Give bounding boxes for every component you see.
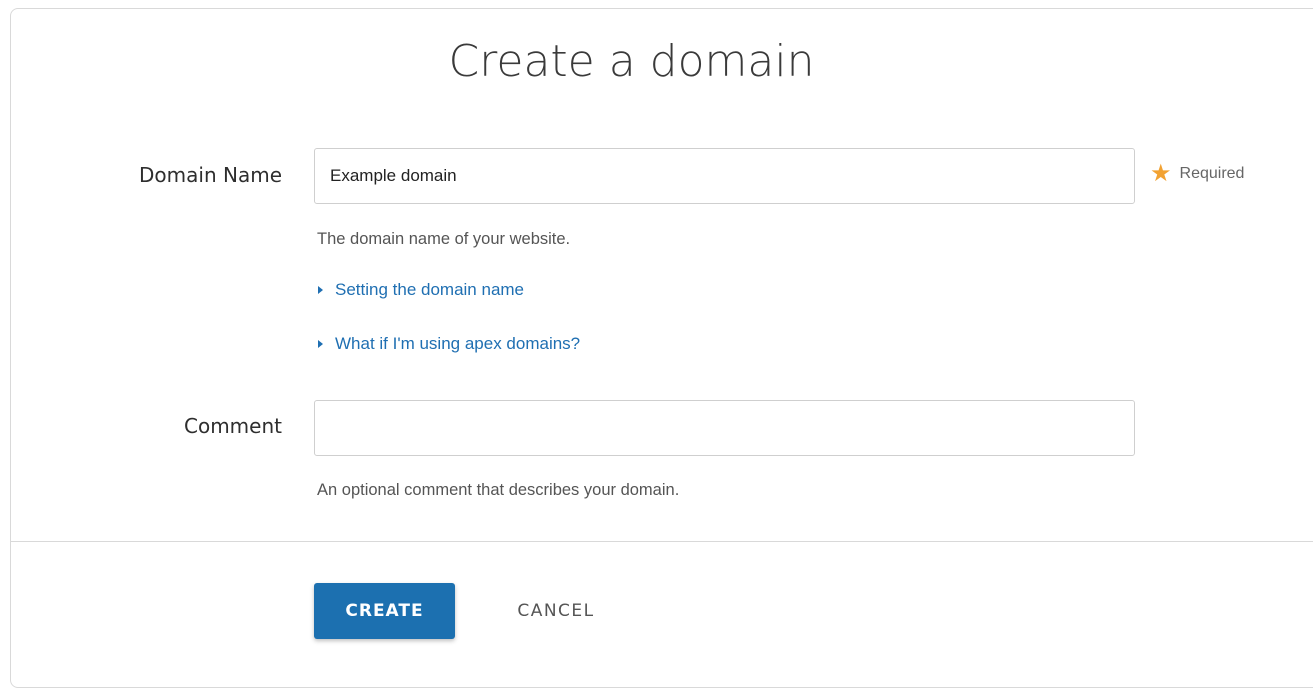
domain-name-label: Domain Name xyxy=(139,163,282,187)
link-label: What if I'm using apex domains? xyxy=(335,334,581,353)
comment-input[interactable] xyxy=(314,400,1135,456)
cancel-button[interactable]: CANCEL xyxy=(496,583,616,639)
create-button[interactable]: CREATE xyxy=(314,583,455,639)
apex-domains-link[interactable]: What if I'm using apex domains? xyxy=(318,334,580,354)
star-icon: ★ xyxy=(1150,160,1172,187)
domain-name-help: The domain name of your website. xyxy=(317,230,571,248)
link-label: Setting the domain name xyxy=(335,280,525,299)
form-panel xyxy=(10,8,1313,688)
domain-name-input[interactable] xyxy=(314,148,1135,204)
required-text: Required xyxy=(1179,165,1245,182)
setting-domain-name-link[interactable]: Setting the domain name xyxy=(318,280,524,300)
triangle-right-icon xyxy=(318,340,323,348)
comment-help: An optional comment that describes your … xyxy=(317,481,680,499)
footer-divider xyxy=(11,541,1313,542)
required-indicator: ★ Required xyxy=(1150,162,1244,186)
page-title: Create a domain xyxy=(448,36,815,87)
triangle-right-icon xyxy=(318,286,323,294)
comment-label: Comment xyxy=(184,414,282,438)
